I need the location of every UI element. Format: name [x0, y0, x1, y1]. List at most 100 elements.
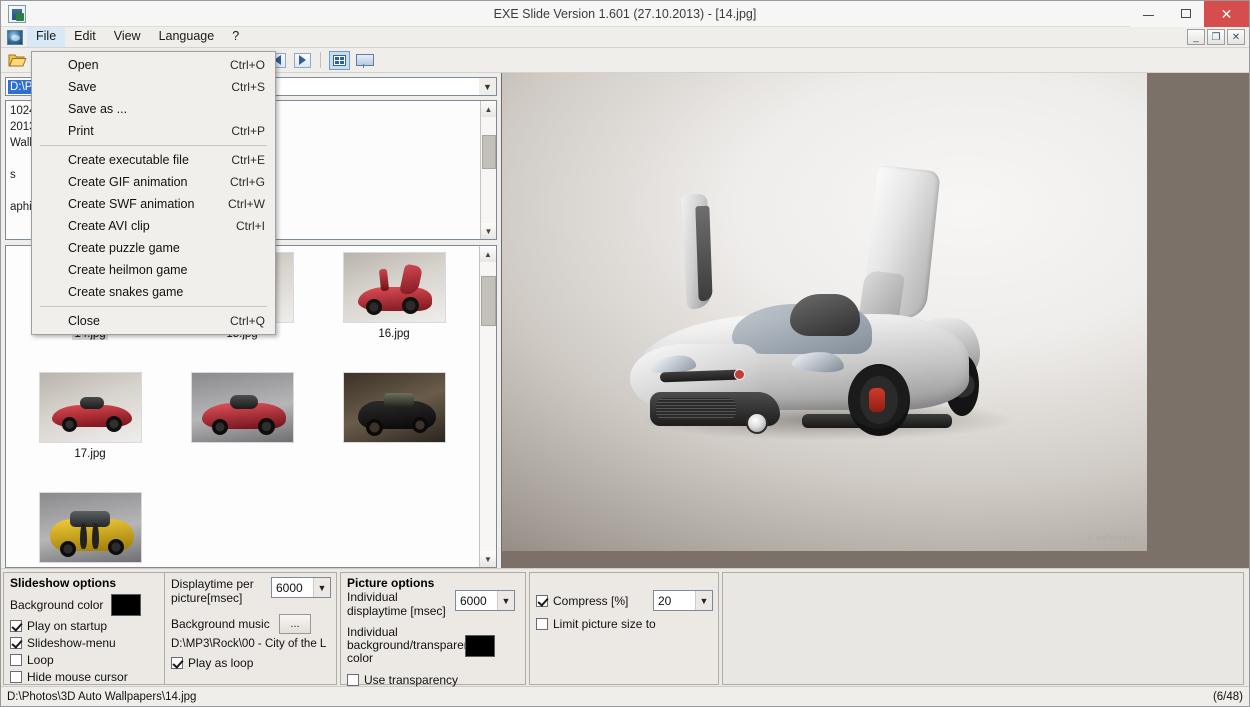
menu-item-create-puzzle[interactable]: Create puzzle game: [32, 237, 275, 259]
status-count: (6/48): [1212, 690, 1243, 703]
application-icon: [8, 4, 26, 23]
menu-item-create-swf[interactable]: Create SWF animation Ctrl+W: [32, 193, 275, 215]
use-transparency-checkbox[interactable]: [347, 674, 359, 686]
menu-edit[interactable]: Edit: [65, 27, 105, 47]
menu-file[interactable]: File: [27, 27, 66, 47]
mdi-document-icon[interactable]: [7, 29, 23, 45]
menu-item-create-gif[interactable]: Create GIF animation Ctrl+G: [32, 171, 275, 193]
menu-item-shortcut: Ctrl+G: [229, 175, 265, 189]
open-folder-button[interactable]: [6, 50, 28, 71]
loop-checkbox[interactable]: [10, 654, 22, 666]
individual-background-color-swatch[interactable]: [465, 634, 495, 657]
background-music-browse-button[interactable]: ...: [279, 614, 311, 634]
mdi-minimize-button[interactable]: _: [1187, 29, 1205, 45]
image-preview-pane[interactable]: © wallpapers: [501, 73, 1249, 568]
background-color-label: Background color: [10, 598, 104, 612]
mdi-window-controls: _ ❐ ✕: [1187, 29, 1249, 45]
scroll-down-icon[interactable]: ▼: [479, 551, 496, 567]
menu-item-create-executable[interactable]: Create executable file Ctrl+E: [32, 149, 275, 171]
start-slideshow-button[interactable]: [353, 50, 375, 71]
play-as-loop-row[interactable]: Play as loop: [171, 656, 336, 670]
thumbnail-item[interactable]: 17.jpg: [14, 372, 166, 492]
compress-value-combobox[interactable]: 20 ▼: [653, 590, 713, 611]
mdi-close-button[interactable]: ✕: [1227, 29, 1245, 45]
menu-item-create-avi[interactable]: Create AVI clip Ctrl+I: [32, 215, 275, 237]
thumbnail-view-button[interactable]: [328, 50, 350, 71]
preview-image: © wallpapers: [502, 73, 1147, 551]
menu-item-create-snakes[interactable]: Create snakes game: [32, 281, 275, 303]
thumbnail-scrollbar[interactable]: ▲ ▼: [479, 246, 496, 567]
menu-help[interactable]: ?: [223, 27, 248, 47]
compress-checkbox[interactable]: [536, 594, 548, 607]
menu-item-open[interactable]: Open Ctrl+O: [32, 54, 275, 76]
menu-item-close[interactable]: Close Ctrl+Q: [32, 310, 275, 332]
window-controls: ✕: [1130, 0, 1249, 27]
menu-view[interactable]: View: [105, 27, 150, 47]
thumbnail-item[interactable]: [318, 372, 470, 492]
hide-mouse-cursor-checkbox[interactable]: [10, 671, 22, 683]
scroll-up-icon[interactable]: ▲: [479, 246, 496, 262]
limit-picture-size-row[interactable]: Limit picture size to: [536, 617, 718, 631]
limit-picture-size-checkbox[interactable]: [536, 618, 548, 630]
scroll-track[interactable]: [480, 117, 496, 223]
chevron-down-icon[interactable]: ▼: [479, 78, 496, 95]
menu-language[interactable]: Language: [150, 27, 224, 47]
application-window: EXE Slide Version 1.601 (27.10.2013) - […: [0, 0, 1250, 707]
window-maximize-button[interactable]: [1167, 0, 1204, 27]
play-on-startup-row[interactable]: Play on startup: [10, 619, 164, 633]
picture-options-group: Picture options Individual displaytime […: [340, 572, 526, 687]
individual-background-color-label: Individual background/transparent color: [347, 625, 474, 665]
options-area: Slideshow options Background color Play …: [1, 568, 1249, 687]
background-color-swatch[interactable]: [111, 594, 142, 616]
slideshow-options-group: Slideshow options Background color Play …: [3, 572, 337, 685]
file-menu-dropdown[interactable]: Open Ctrl+O Save Ctrl+S Save as ... Prin…: [31, 51, 276, 335]
menu-separator: [40, 306, 267, 307]
scroll-thumb[interactable]: [481, 135, 496, 169]
menu-item-shortcut: Ctrl+O: [229, 58, 265, 72]
displaytime-label: Displaytime per picture[msec]: [171, 577, 254, 605]
slideshow-menu-row[interactable]: Slideshow-menu: [10, 636, 164, 650]
scroll-track[interactable]: [479, 262, 496, 551]
menu-item-save-as[interactable]: Save as ...: [32, 98, 275, 120]
toolbar-separator: [320, 52, 321, 68]
thumbnail-item[interactable]: [166, 372, 318, 492]
thumbnail-image: [342, 372, 446, 443]
mdi-restore-button[interactable]: ❐: [1207, 29, 1225, 45]
thumbnail-image: [38, 372, 142, 443]
compress-row[interactable]: Compress [%] 20 ▼: [536, 590, 718, 611]
scroll-thumb[interactable]: [480, 276, 496, 326]
menu-item-save[interactable]: Save Ctrl+S: [32, 76, 275, 98]
displaytime-combobox[interactable]: 6000 ▼: [271, 577, 331, 598]
use-transparency-row[interactable]: Use transparency: [347, 673, 525, 687]
open-folder-icon: [8, 54, 27, 67]
menu-item-label: Create heilmon game: [68, 263, 188, 277]
title-bar: EXE Slide Version 1.601 (27.10.2013) - […: [1, 0, 1249, 27]
menu-item-label: Create executable file: [68, 153, 189, 167]
hide-mouse-row[interactable]: Hide mouse cursor: [10, 670, 164, 684]
menu-item-create-heilmon[interactable]: Create heilmon game: [32, 259, 275, 281]
maximize-icon: [1180, 9, 1191, 18]
individual-displaytime-combobox[interactable]: 6000 ▼: [455, 590, 515, 611]
loop-row[interactable]: Loop: [10, 653, 164, 667]
chevron-down-icon[interactable]: ▼: [313, 578, 330, 597]
chevron-down-icon[interactable]: ▼: [497, 591, 514, 610]
window-minimize-button[interactable]: [1130, 0, 1167, 27]
menu-item-print[interactable]: Print Ctrl+P: [32, 120, 275, 142]
thumbnail-item[interactable]: 16.jpg: [318, 252, 470, 372]
menu-item-shortcut: Ctrl+P: [231, 124, 265, 138]
folder-list-scrollbar[interactable]: ▲ ▼: [480, 101, 496, 239]
thumbnail-image: [342, 252, 446, 323]
chevron-down-icon[interactable]: ▼: [695, 591, 712, 610]
slideshow-menu-checkbox[interactable]: [10, 637, 22, 649]
play-as-loop-checkbox[interactable]: [171, 657, 183, 669]
thumbnail-image: [38, 492, 142, 563]
forward-button[interactable]: [291, 50, 313, 71]
scroll-down-icon[interactable]: ▼: [480, 223, 496, 239]
window-close-button[interactable]: ✕: [1204, 0, 1249, 27]
menu-item-label: Open: [68, 58, 99, 72]
menu-item-label: Create SWF animation: [68, 197, 195, 211]
minimize-icon: [1143, 15, 1154, 16]
scroll-up-icon[interactable]: ▲: [480, 101, 496, 117]
thumbnail-item[interactable]: [14, 492, 166, 567]
play-on-startup-checkbox[interactable]: [10, 620, 22, 632]
